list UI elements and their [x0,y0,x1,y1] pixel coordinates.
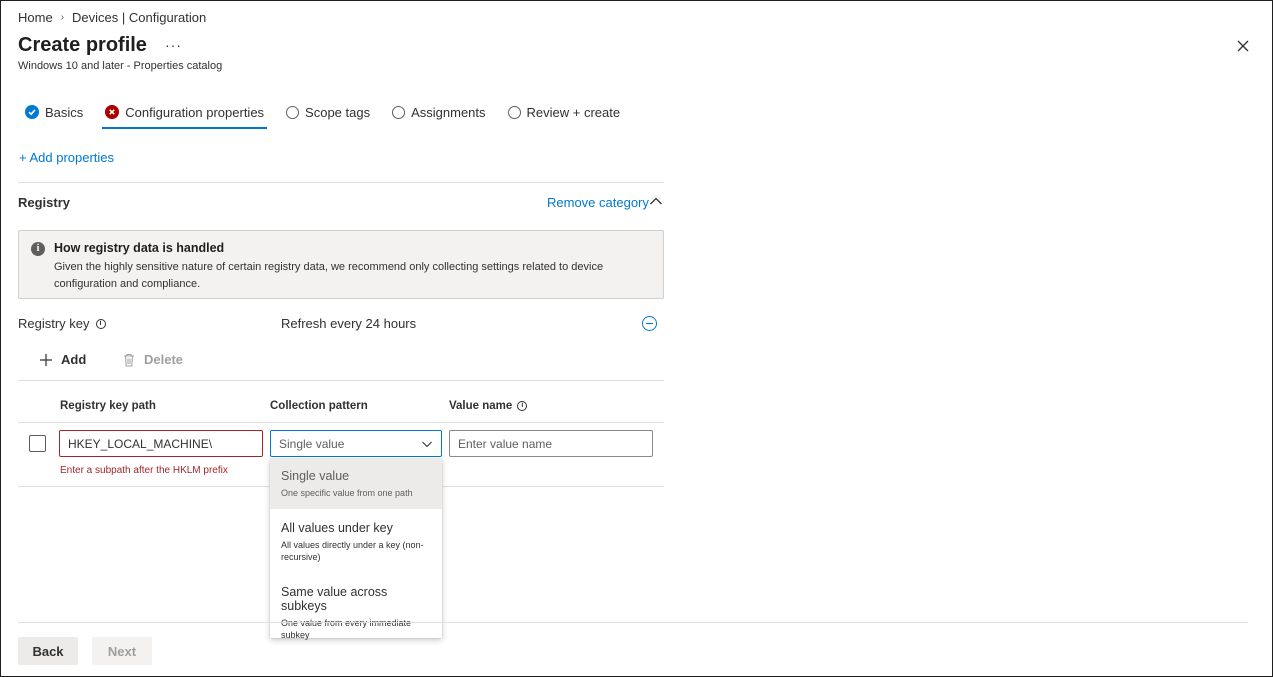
footer-divider [18,622,1248,623]
empty-circle-icon [286,105,300,119]
info-icon[interactable]: i [95,318,106,329]
back-button[interactable]: Back [18,637,78,665]
add-label: Add [61,352,87,367]
info-body: Given the highly sensitive nature of cer… [54,261,604,290]
tab-label: Basics [45,104,84,120]
path-error-message: Enter a subpath after the HKLM prefix [60,465,228,476]
column-header-label: Value name [449,400,513,412]
divider [18,380,664,381]
tab-review-create[interactable]: Review + create [507,97,621,127]
tab-configuration-properties[interactable]: Configuration properties [102,97,267,129]
column-header-path: Registry key path [60,400,156,412]
input-placeholder: Enter value name [458,436,553,451]
tab-assignments[interactable]: Assignments [392,97,486,127]
trash-icon [124,353,134,366]
chevron-right-icon: › [60,12,65,23]
divider [18,182,664,183]
option-title: Single value [281,469,350,483]
wizard-tabs: Basics Configuration properties Scope ta… [25,97,642,129]
collection-pattern-menu: Single value One specific value from one… [270,459,442,640]
empty-circle-icon [507,105,521,119]
delete-label: Delete [144,352,184,367]
refresh-interval-text: Refresh every 24 hours [281,316,417,331]
chevron-up-icon[interactable] [649,194,663,208]
option-title: All values under key [281,521,393,535]
next-button: Next [92,637,152,665]
column-header-pattern: Collection pattern [270,400,368,412]
chevron-down-icon [422,441,432,447]
remove-category-link[interactable]: Remove category [547,195,649,210]
registry-key-label: Registry key i [18,316,106,331]
more-options-icon[interactable]: ··· [165,37,182,53]
tab-basics[interactable]: Basics [25,97,83,127]
row-checkbox[interactable] [29,435,46,452]
dropdown-selected-value: Single value [279,436,345,451]
error-circle-icon [105,105,120,119]
column-header-label: Registry key path [60,400,156,412]
option-description: One value from every immediate subkey [281,618,412,640]
tab-scope-tags[interactable]: Scope tags [286,97,370,127]
breadcrumb-home[interactable]: Home [18,10,53,25]
tab-label: Review + create [526,104,621,120]
check-circle-icon [25,105,39,119]
info-message-bar: i How registry data is handled Given the… [18,230,664,299]
option-same-value-across-subkeys[interactable]: Same value across subkeys One value from… [270,575,442,640]
close-icon[interactable] [1235,38,1251,54]
info-icon[interactable]: i [517,401,528,411]
registry-key-path-input[interactable]: HKEY_LOCAL_MACHINE\ [59,430,263,457]
divider [18,422,664,423]
option-single-value[interactable]: Single value One specific value from one… [270,459,442,509]
plus-icon [40,353,52,366]
tab-label: Scope tags [305,104,371,120]
delete-button: Delete [122,352,183,367]
tab-label: Configuration properties [125,104,265,120]
registry-key-text: Registry key [18,316,90,331]
tab-label: Assignments [411,104,486,120]
column-header-label: Collection pattern [270,400,368,412]
option-description: One specific value from one path [281,488,413,498]
page-subtitle: Windows 10 and later - Properties catalo… [18,60,223,72]
info-icon: i [31,242,45,256]
breadcrumb-current[interactable]: Devices | Configuration [72,10,206,25]
option-all-values-under-key[interactable]: All values under key All values directly… [270,511,442,575]
input-value: HKEY_LOCAL_MACHINE\ [68,436,213,451]
info-title: How registry data is handled [54,241,225,255]
add-properties-link[interactable]: + Add properties [19,150,114,165]
window: Home › Devices | Configuration Create pr… [0,0,1273,677]
add-button[interactable]: Add [39,352,86,367]
column-header-value-name: Value name i [449,400,528,412]
collection-pattern-dropdown[interactable]: Single value [270,430,442,457]
empty-circle-icon [392,105,406,119]
registry-section-title: Registry [18,195,71,210]
breadcrumb: Home › Devices | Configuration [18,10,206,25]
value-name-input[interactable]: Enter value name [449,430,653,457]
option-description: All values directly under a key (non-rec… [281,540,424,562]
page-title: Create profile [18,34,147,56]
option-title: Same value across subkeys [281,585,388,613]
collapse-minus-icon[interactable] [642,316,657,331]
